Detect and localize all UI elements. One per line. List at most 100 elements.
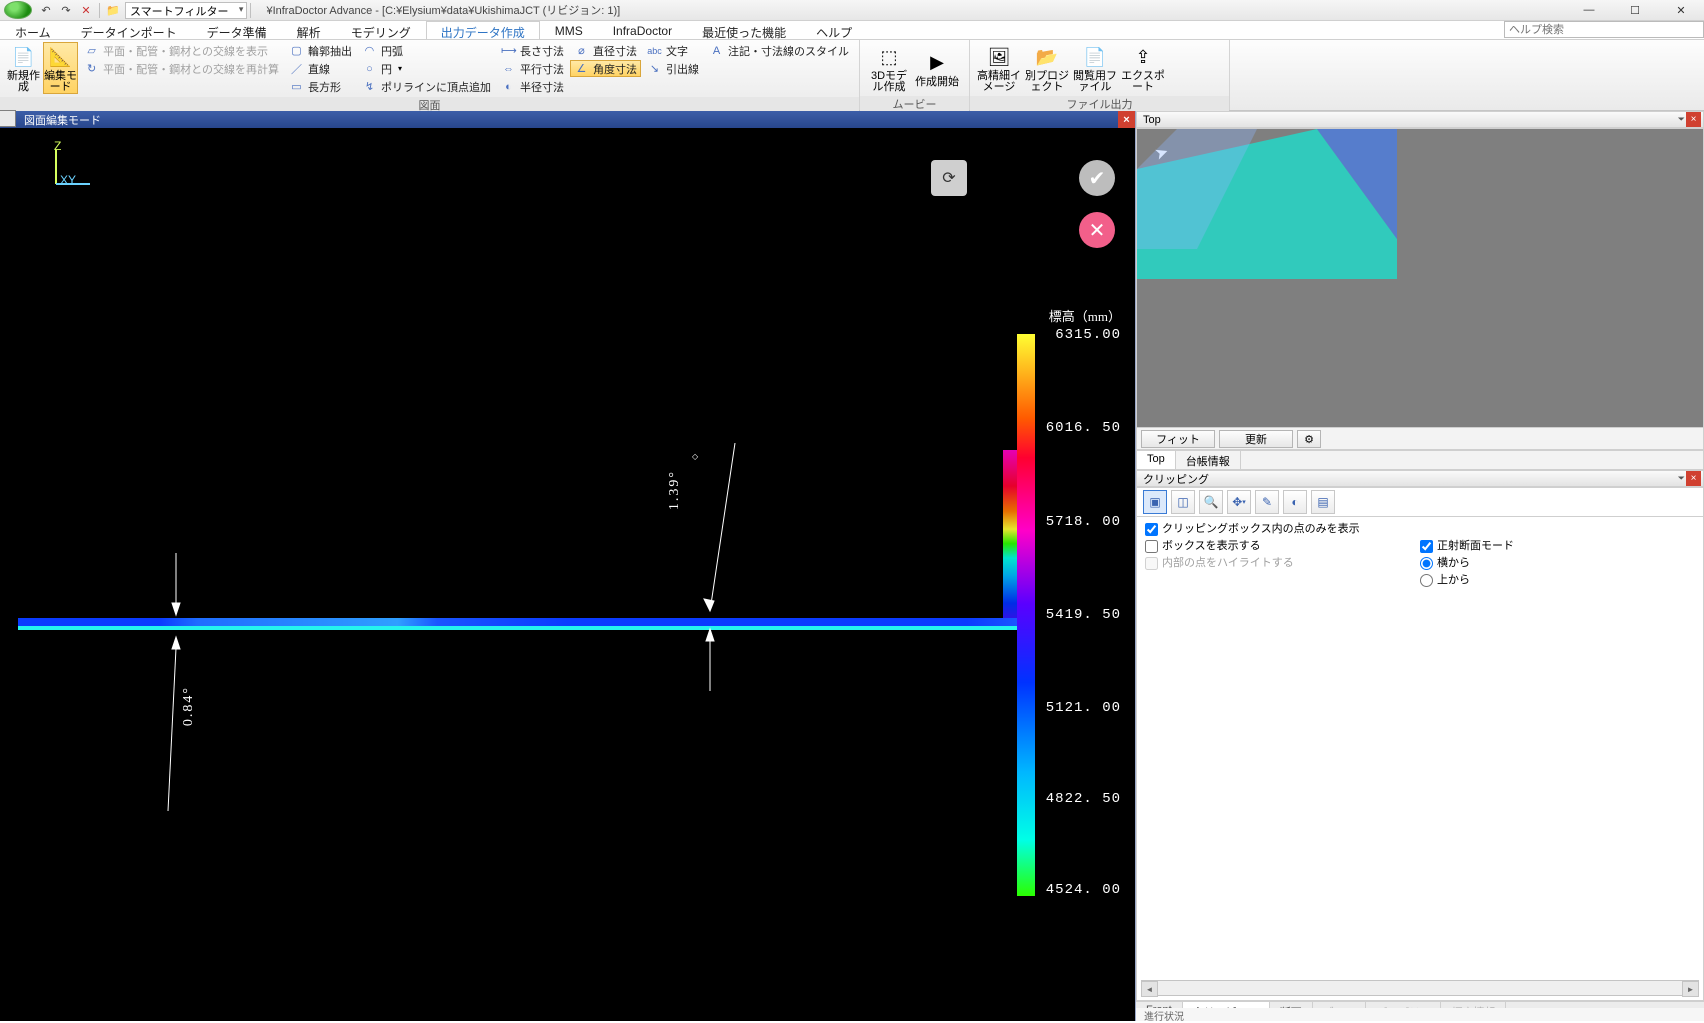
app-orb[interactable]: [4, 1, 32, 19]
help-search-input[interactable]: [1504, 21, 1704, 38]
new-drawing-button[interactable]: 📄 新規作成: [6, 42, 41, 94]
clip-layers-icon[interactable]: ▤: [1311, 490, 1335, 514]
clip-box-icon[interactable]: ▣: [1143, 490, 1167, 514]
show-box-checkbox[interactable]: ボックスを表示する: [1145, 538, 1420, 555]
cube-icon: ⬚: [875, 43, 903, 71]
tab-mms[interactable]: MMS: [540, 21, 598, 39]
edit-mode-button[interactable]: 📐 編集モード: [43, 42, 78, 94]
tab-data-prep[interactable]: データ準備: [192, 21, 282, 39]
reset-view-button[interactable]: ⟳: [931, 160, 967, 196]
recalc-intersect[interactable]: ↻平面・配管・鋼材との交線を再計算: [80, 60, 283, 77]
rad-dim[interactable]: ◐半径寸法: [497, 78, 568, 95]
plane-icon: ▱: [84, 44, 99, 57]
par-dim[interactable]: ⇔平行寸法: [497, 60, 568, 77]
tab-data-import[interactable]: データインポート: [66, 21, 192, 39]
angle-dimension-left[interactable]: [158, 553, 198, 817]
viewer-button[interactable]: 📄閲覧用ファイル: [1072, 42, 1118, 94]
model3d-button[interactable]: ⬚3Dモデル作成: [866, 42, 912, 94]
refresh-icon: ↻: [84, 62, 99, 75]
maximize-button[interactable]: ☐: [1612, 0, 1658, 21]
tab-analysis[interactable]: 解析: [282, 21, 336, 39]
group-drawing-label: 図面: [0, 97, 859, 112]
poly-vertex[interactable]: ↯ポリラインに頂点追加: [358, 78, 495, 95]
clip-move-icon[interactable]: ✥▾: [1227, 490, 1251, 514]
undo-icon[interactable]: ↶: [38, 2, 54, 18]
tab-modeling[interactable]: モデリング: [336, 21, 426, 39]
panel-close-button[interactable]: ×: [1686, 112, 1701, 127]
colorbar-tick: 5718. 00: [1046, 515, 1121, 529]
panel-close-button[interactable]: ×: [1686, 471, 1701, 486]
top-view[interactable]: ➤: [1136, 128, 1704, 428]
show-intersect[interactable]: ▱平面・配管・鋼材との交線を表示: [80, 42, 283, 59]
style-icon: A: [709, 45, 724, 57]
fit-button[interactable]: フィット: [1141, 430, 1215, 448]
tab-help[interactable]: ヘルプ: [801, 21, 867, 39]
tab-recent[interactable]: 最近使った機能: [687, 21, 801, 39]
angle-dimension-right[interactable]: [680, 443, 750, 697]
cancel-button[interactable]: ✕: [1079, 212, 1115, 248]
clip-section-icon[interactable]: ◫: [1171, 490, 1195, 514]
length-icon: ⟼: [501, 44, 516, 57]
diameter-icon: ⌀: [574, 44, 589, 57]
restore-icon[interactable]: [0, 110, 16, 127]
minimize-button[interactable]: —: [1566, 0, 1612, 21]
viewport-close-button[interactable]: ×: [1118, 111, 1135, 128]
axis-z-label: Z: [54, 140, 61, 152]
colorbar-tick: 6016. 50: [1046, 421, 1121, 435]
folder-icon[interactable]: 📁: [105, 2, 121, 18]
image-icon: 🖼: [985, 43, 1013, 71]
clipping-panel-title: クリッピング ⏷ ×: [1136, 470, 1704, 487]
pin-icon[interactable]: ⏷: [1678, 473, 1685, 484]
tab-home[interactable]: ホーム: [0, 21, 66, 39]
clip-zoom-icon[interactable]: 🔍: [1199, 490, 1223, 514]
tab-top[interactable]: Top: [1137, 451, 1176, 469]
hires-button[interactable]: 🖼高精細イメージ: [976, 42, 1022, 94]
arc[interactable]: ◠円弧: [358, 42, 495, 59]
top-panel-title: Top ⏷ ×: [1136, 111, 1704, 128]
model3d-label: 3Dモデル作成: [867, 71, 911, 93]
export-button[interactable]: ⇪エクスポート: [1120, 42, 1166, 94]
from-side-radio[interactable]: 横から: [1420, 555, 1695, 572]
chevron-down-icon: ▾: [398, 64, 402, 73]
delete-icon[interactable]: ✕: [78, 2, 94, 18]
circle-icon: ○: [362, 63, 377, 75]
clip-invert-icon[interactable]: ◐: [1283, 490, 1307, 514]
contour[interactable]: ▢輪郭抽出: [285, 42, 356, 59]
clipping-title-label: クリッピング: [1143, 471, 1209, 487]
group-file-label: ファイル出力: [970, 96, 1229, 111]
ang-dim[interactable]: ∠角度寸法: [570, 60, 641, 77]
close-button[interactable]: ✕: [1658, 0, 1704, 21]
leader[interactable]: ↘引出線: [643, 60, 703, 77]
update-button[interactable]: 更新: [1219, 430, 1293, 448]
horizontal-scrollbar[interactable]: [1141, 980, 1699, 996]
confirm-button[interactable]: ✔: [1079, 160, 1115, 196]
diamond-marker: ◇: [692, 453, 698, 461]
smart-filter-dropdown[interactable]: スマートフィルター: [125, 2, 247, 19]
edit-mode-label: 編集モード: [44, 71, 77, 93]
gear-button[interactable]: ⚙: [1297, 430, 1321, 448]
text[interactable]: abc文字: [643, 42, 703, 59]
proj-button[interactable]: 📂別プロジェクト: [1024, 42, 1070, 94]
tab-ledger[interactable]: 台帳情報: [1176, 451, 1241, 469]
tab-infradoctor[interactable]: InfraDoctor: [598, 21, 687, 39]
rect[interactable]: ▭長方形: [285, 78, 356, 95]
dia-dim[interactable]: ⌀直径寸法: [570, 42, 641, 59]
from-top-radio[interactable]: 上から: [1420, 572, 1695, 589]
ortho-checkbox[interactable]: 正射断面モード: [1420, 538, 1695, 555]
circle[interactable]: ○円▾: [358, 60, 495, 77]
len-dim[interactable]: ⟼長さ寸法: [497, 42, 568, 59]
redo-icon[interactable]: ↷: [58, 2, 74, 18]
app-title: ¥InfraDoctor Advance - [C:¥Elysium¥data¥…: [266, 2, 620, 18]
clip-only-checkbox[interactable]: クリッピングボックス内の点のみを表示: [1145, 521, 1695, 538]
line[interactable]: ／直線: [285, 60, 356, 77]
clip-edit-icon[interactable]: ✎: [1255, 490, 1279, 514]
start-label: 作成開始: [915, 77, 959, 88]
polyline-icon: ↯: [362, 80, 377, 93]
annot-style[interactable]: A注記・寸法線のスタイル: [705, 42, 853, 59]
pin-icon[interactable]: ⏷: [1678, 114, 1685, 125]
tab-output[interactable]: 出力データ作成: [426, 21, 540, 39]
start-button[interactable]: ▶作成開始: [914, 42, 960, 94]
colorbar-tick: 4524. 00: [1046, 883, 1121, 897]
viewport-3d[interactable]: Z XY ⟳ ✔ ✕ 標高（mm） 6315.00 6016. 50 5718.…: [0, 128, 1135, 1021]
viewport-titlebar: 図面編集モード ×: [0, 111, 1135, 128]
